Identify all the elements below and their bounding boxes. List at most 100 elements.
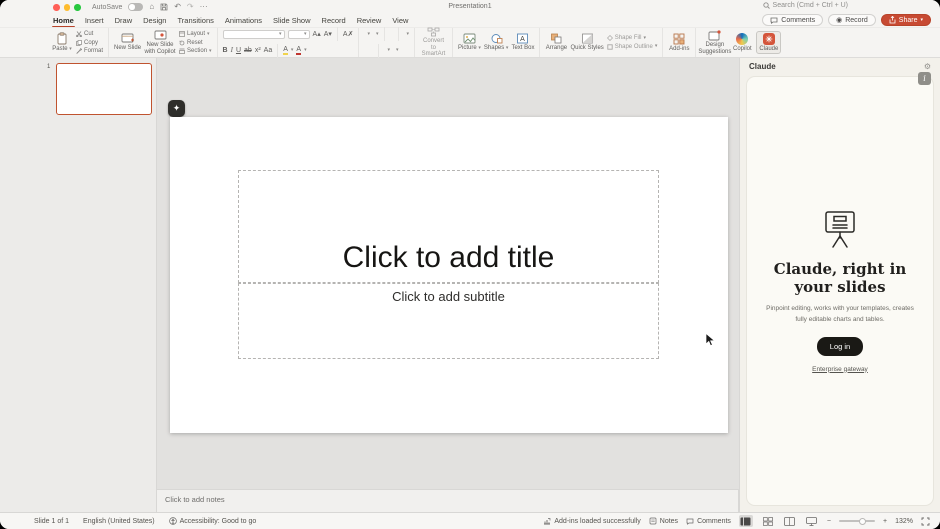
subtitle-placeholder[interactable]: Click to add subtitle <box>238 283 659 359</box>
shapes-icon <box>490 33 503 44</box>
new-slide-button[interactable]: New Slide <box>114 33 141 52</box>
record-button[interactable]: ◉ Record <box>828 14 876 26</box>
change-case-button[interactable]: Aa <box>264 47 273 54</box>
font-name-caret-icon: ▾ <box>279 32 282 37</box>
ribbon-group-paragraph: ▾ ▾ ▾ ▾ ▾ <box>359 28 415 57</box>
login-button[interactable]: Log in <box>817 337 863 356</box>
tab-home[interactable]: Home <box>53 16 74 25</box>
highlight-caret-icon: ▾ <box>291 48 294 53</box>
paste-caret-icon: ▾ <box>69 46 72 52</box>
share-icon <box>889 16 896 24</box>
picture-button[interactable]: Picture ▾ <box>458 33 481 52</box>
share-button[interactable]: Share ▾ <box>881 14 931 26</box>
shape-fill-icon <box>607 35 613 41</box>
new-slide-with-copilot-button[interactable]: New Slide with Copilot <box>144 30 176 55</box>
italic-button[interactable]: I <box>231 47 233 54</box>
section-button[interactable]: Section▾ <box>179 48 212 54</box>
text-box-button[interactable]: A Text Box <box>511 33 534 52</box>
claude-button[interactable]: Claude <box>756 31 781 55</box>
ribbon-group-assistants: Design Suggestions Copilot Claude <box>696 28 786 57</box>
decrease-font-button[interactable]: A▾ <box>324 31 332 38</box>
design-suggestions-button[interactable]: Design Suggestions <box>701 30 728 55</box>
font-name-select[interactable]: ▾ <box>223 30 285 39</box>
slide-thumbnail[interactable] <box>56 63 152 115</box>
superscript-button[interactable]: x² <box>255 47 261 54</box>
tab-review[interactable]: Review <box>357 16 382 25</box>
font-color-button[interactable]: A <box>296 46 301 55</box>
notes-toggle[interactable]: Notes <box>649 517 678 525</box>
numbering-caret-icon: ▾ <box>376 32 379 37</box>
zoom-slider-thumb[interactable] <box>859 518 866 525</box>
slide-sorter-icon <box>763 517 773 526</box>
layout-button[interactable]: Layout▾ <box>179 31 212 37</box>
zoom-slider[interactable] <box>839 520 875 522</box>
ribbon-group-clipboard: Paste ▾ Cut Copy Format <box>46 28 109 57</box>
copy-button[interactable]: Copy <box>76 40 103 46</box>
reset-button[interactable]: Reset <box>179 40 212 46</box>
highlight-color-button[interactable]: A <box>283 46 288 55</box>
text-direction-caret-icon: ▾ <box>396 48 399 53</box>
slide-count[interactable]: Slide 1 of 1 <box>34 518 69 525</box>
info-badge[interactable]: i <box>918 72 931 85</box>
language-indicator[interactable]: English (United States) <box>83 518 155 525</box>
underline-button[interactable]: U <box>236 47 241 54</box>
shape-outline-button[interactable]: Shape Outline▾ <box>607 44 658 50</box>
font-size-select[interactable]: ▾ <box>288 30 310 39</box>
sidebar-gear-icon[interactable]: ⚙ <box>924 63 931 71</box>
zoom-in-button[interactable]: + <box>883 518 887 525</box>
clear-formatting-button[interactable]: A✗ <box>343 31 354 38</box>
tab-view[interactable]: View <box>392 16 408 25</box>
slide-sorter-view-button[interactable] <box>761 515 775 527</box>
arrange-icon <box>550 33 563 44</box>
shape-fill-button[interactable]: Shape Fill▾ <box>607 35 658 41</box>
tab-transitions[interactable]: Transitions <box>177 16 213 25</box>
zoom-level[interactable]: 132% <box>895 518 913 525</box>
reading-view-icon <box>784 517 795 526</box>
shape-outline-icon <box>607 44 613 50</box>
fit-to-window-icon[interactable] <box>921 517 930 526</box>
strikethrough-button[interactable]: ab <box>244 47 252 54</box>
tab-draw[interactable]: Draw <box>115 16 133 25</box>
title-placeholder[interactable]: Click to add title <box>238 170 659 283</box>
notes-pane[interactable]: Click to add notes <box>157 489 739 512</box>
zoom-out-button[interactable]: − <box>827 518 831 525</box>
reading-view-button[interactable] <box>783 515 797 527</box>
new-slide-icon <box>121 33 134 44</box>
add-ins-button[interactable]: Add-ins <box>668 33 690 53</box>
copilot-button[interactable]: Copilot <box>731 33 753 53</box>
paste-button[interactable]: Paste ▾ <box>51 32 73 53</box>
section-icon <box>179 48 185 54</box>
quick-styles-button[interactable]: Quick Styles <box>570 33 603 52</box>
paste-icon <box>56 32 68 45</box>
share-caret-icon: ▾ <box>920 17 923 23</box>
search-icon <box>763 2 770 9</box>
tab-insert[interactable]: Insert <box>85 16 104 25</box>
claude-icon <box>763 33 775 45</box>
enterprise-gateway-link[interactable]: Enterprise gateway <box>812 366 868 373</box>
convert-to-smartart-button[interactable]: Convert to SmartArt <box>420 27 447 58</box>
normal-view-button[interactable] <box>739 515 753 527</box>
comments-toggle[interactable]: Comments <box>686 518 731 525</box>
slideshow-view-button[interactable] <box>805 515 819 527</box>
shapes-button[interactable]: Shapes ▾ <box>484 33 509 52</box>
tab-design[interactable]: Design <box>143 16 166 25</box>
tab-animations[interactable]: Animations <box>225 16 262 25</box>
comments-button[interactable]: Comments <box>762 14 823 26</box>
picture-caret-icon: ▾ <box>478 45 481 51</box>
search-field[interactable]: Search (Cmd + Ctrl + U) <box>763 2 848 9</box>
cut-button[interactable]: Cut <box>76 31 103 37</box>
claude-sparkle-button[interactable]: ✦ <box>168 100 185 117</box>
slide-thumbnail-panel: 1 <box>0 58 157 512</box>
layout-caret-icon: ▾ <box>207 32 210 37</box>
format-painter-button[interactable]: Format <box>76 48 103 54</box>
increase-font-button[interactable]: A▴ <box>313 31 321 38</box>
arrange-button[interactable]: Arrange <box>545 33 567 52</box>
slide[interactable]: Click to add title Click to add subtitle <box>170 117 728 433</box>
accessibility-status[interactable]: Accessibility: Good to go <box>169 517 257 525</box>
tab-slide-show[interactable]: Slide Show <box>273 16 311 25</box>
ribbon-group-slides: New Slide New Slide with Copilot Layout▾… <box>109 28 218 57</box>
bold-button[interactable]: B <box>223 47 228 54</box>
title-placeholder-text: Click to add title <box>343 241 555 275</box>
tab-record[interactable]: Record <box>322 16 346 25</box>
copilot-icon <box>736 33 748 45</box>
